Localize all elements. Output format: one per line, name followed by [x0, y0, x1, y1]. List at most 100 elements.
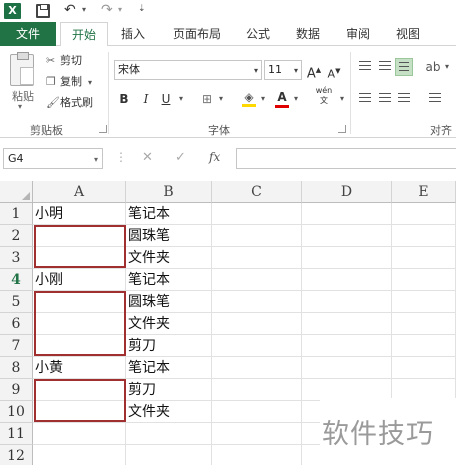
cell-c10[interactable]	[212, 401, 302, 423]
cell-a11[interactable]	[33, 423, 126, 445]
row-header-6[interactable]: 6	[0, 313, 33, 335]
cell-a1[interactable]: 小明	[33, 203, 126, 225]
shrink-font-button[interactable]: A▼	[326, 62, 342, 84]
cell-e2[interactable]	[392, 225, 456, 247]
format-painter-button[interactable]: 🖌格式刷	[46, 94, 93, 112]
formula-input[interactable]	[236, 148, 456, 169]
tab-view[interactable]: 视图	[388, 22, 428, 46]
cell-c3[interactable]	[212, 247, 302, 269]
clipboard-launcher-icon[interactable]	[99, 125, 107, 133]
cell-c7[interactable]	[212, 335, 302, 357]
column-header-d[interactable]: D	[302, 181, 392, 203]
cell-b1[interactable]: 笔记本	[126, 203, 212, 225]
cell-c9[interactable]	[212, 379, 302, 401]
underline-dropdown-icon[interactable]: ▾	[176, 90, 186, 108]
cut-button[interactable]: ✂ 剪切	[46, 52, 82, 70]
confirm-entry-button[interactable]: ✓	[175, 150, 186, 165]
font-color-button[interactable]: A	[274, 88, 290, 108]
tab-formulas[interactable]: 公式	[238, 22, 278, 46]
borders-dropdown-icon[interactable]: ▾	[216, 90, 226, 108]
cell-d6[interactable]	[302, 313, 392, 335]
cell-a12[interactable]	[33, 445, 126, 465]
cell-c11[interactable]	[212, 423, 302, 445]
align-right-icon[interactable]	[395, 90, 413, 108]
insert-function-button[interactable]: fx	[209, 150, 220, 164]
align-left-icon[interactable]	[356, 90, 374, 108]
cell-d4[interactable]	[302, 269, 392, 291]
cell-b8[interactable]: 笔记本	[126, 357, 212, 379]
row-header-8[interactable]: 8	[0, 357, 33, 379]
row-header-3[interactable]: 3	[0, 247, 33, 269]
cell-d2[interactable]	[302, 225, 392, 247]
align-center-icon[interactable]	[376, 90, 394, 108]
cell-c5[interactable]	[212, 291, 302, 313]
align-middle-icon[interactable]	[376, 58, 394, 76]
row-header-11[interactable]: 11	[0, 423, 33, 445]
undo-icon[interactable]: ↶	[64, 2, 76, 18]
cell-a4[interactable]: 小刚	[33, 269, 126, 291]
cell-e5[interactable]	[392, 291, 456, 313]
cell-b7[interactable]: 剪刀	[126, 335, 212, 357]
cell-e8[interactable]	[392, 357, 456, 379]
formula-bar-grip-icon[interactable]: ⋮	[115, 150, 127, 164]
column-header-b[interactable]: B	[126, 181, 212, 203]
font-size-select[interactable]: 11 ▾	[264, 60, 302, 80]
cell-c8[interactable]	[212, 357, 302, 379]
align-top-icon[interactable]	[356, 58, 374, 76]
cell-b9[interactable]: 剪刀	[126, 379, 212, 401]
phonetic-button[interactable]: wén 文	[312, 86, 336, 106]
cell-b12[interactable]	[126, 445, 212, 465]
fill-color-dropdown-icon[interactable]: ▾	[258, 90, 268, 108]
row-header-4[interactable]: 4	[0, 269, 33, 291]
decrease-indent-icon[interactable]	[426, 90, 444, 108]
cell-d8[interactable]	[302, 357, 392, 379]
borders-icon[interactable]: ⊞	[198, 90, 216, 108]
copy-button[interactable]: ❐ 复制 ▾	[46, 73, 92, 91]
cell-d1[interactable]	[302, 203, 392, 225]
cell-a8[interactable]: 小黄	[33, 357, 126, 379]
customize-toolbar-icon[interactable]: ⇣	[138, 4, 146, 14]
cell-e3[interactable]	[392, 247, 456, 269]
fill-color-icon[interactable]: ◈	[240, 88, 258, 107]
cell-b3[interactable]: 文件夹	[126, 247, 212, 269]
cancel-entry-button[interactable]: ✕	[142, 150, 153, 165]
cell-b11[interactable]	[126, 423, 212, 445]
cell-e1[interactable]	[392, 203, 456, 225]
tab-page-layout[interactable]: 页面布局	[164, 22, 230, 46]
cell-b6[interactable]: 文件夹	[126, 313, 212, 335]
tab-insert[interactable]: 插入	[112, 22, 154, 46]
redo-icon[interactable]: ↷	[101, 2, 113, 18]
row-header-2[interactable]: 2	[0, 225, 33, 247]
row-header-7[interactable]: 7	[0, 335, 33, 357]
cell-c12[interactable]	[212, 445, 302, 465]
phonetic-dropdown-icon[interactable]: ▾	[337, 90, 347, 108]
font-color-dropdown-icon[interactable]: ▾	[291, 90, 301, 108]
font-launcher-icon[interactable]	[338, 125, 346, 133]
tab-file[interactable]: 文件	[0, 22, 56, 46]
tab-home[interactable]: 开始	[60, 22, 108, 47]
redo-dropdown-icon[interactable]: ▾	[118, 5, 122, 14]
cell-c2[interactable]	[212, 225, 302, 247]
cell-d3[interactable]	[302, 247, 392, 269]
row-header-10[interactable]: 10	[0, 401, 33, 423]
copy-dropdown-icon[interactable]: ▾	[88, 78, 92, 87]
row-header-1[interactable]: 1	[0, 203, 33, 225]
cell-d5[interactable]	[302, 291, 392, 313]
select-all-button[interactable]	[0, 181, 33, 203]
orientation-icon[interactable]: ab	[424, 58, 442, 76]
cell-d7[interactable]	[302, 335, 392, 357]
column-header-c[interactable]: C	[212, 181, 302, 203]
cell-e4[interactable]	[392, 269, 456, 291]
cell-c6[interactable]	[212, 313, 302, 335]
paste-label[interactable]: 粘贴	[12, 88, 34, 104]
name-box[interactable]: G4 ▾	[3, 148, 103, 169]
column-header-e[interactable]: E	[392, 181, 456, 203]
cell-c4[interactable]	[212, 269, 302, 291]
tab-review[interactable]: 审阅	[338, 22, 378, 46]
italic-button[interactable]: I	[138, 90, 154, 108]
paste-dropdown-icon[interactable]: ▾	[18, 102, 22, 111]
underline-button[interactable]: U	[158, 90, 174, 108]
cell-b4[interactable]: 笔记本	[126, 269, 212, 291]
tab-data[interactable]: 数据	[288, 22, 328, 46]
orientation-dropdown-icon[interactable]: ▾	[442, 58, 452, 76]
